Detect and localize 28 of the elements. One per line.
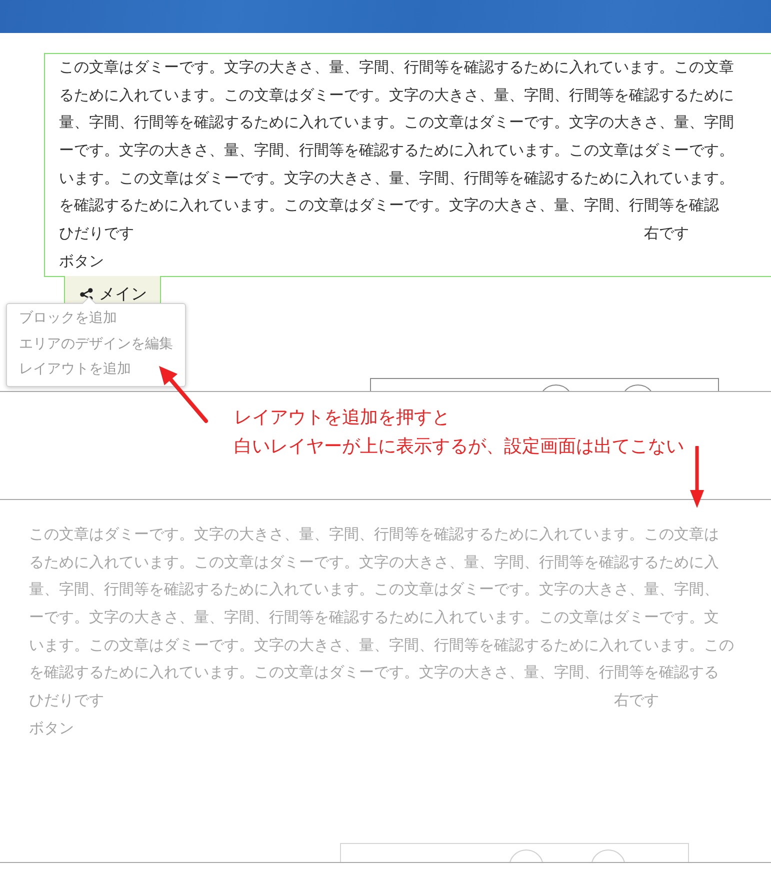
text-line: この文章はダミーです。文字の大きさ、量、字間、行間等を確認するために入れています。この文章 (59, 57, 735, 78)
right-text: 右です (614, 690, 659, 712)
semicircle-icon (624, 384, 652, 391)
right-text: 右です (644, 223, 689, 244)
annotation-text: レイアウトを追加を押すと (234, 406, 450, 430)
text-line: を確認するために入れています。この文章はダミーです。文字の大きさ、量、字間、行間等を確認 (59, 195, 720, 216)
text-line: るために入れています。この文章はダミーです。文字の大きさ、量、字間、行間等を確認するために (59, 84, 735, 106)
caption-text: ボタン (29, 718, 74, 739)
text-line: います。この文章はダミーです。文字の大きさ、量、字間、行間等を確認するために入れています。この (29, 634, 735, 656)
left-text: ひだりです (59, 223, 134, 244)
text-line: 量、字間、行間等を確認するために入れています。この文章はダミーです。文字の大きさ、量、字間 (59, 112, 735, 134)
down-arrow (689, 446, 705, 508)
text-line: ーです。文字の大きさ、量、字間、行間等を確認するために入れています。この文章はダミーです。文 (29, 606, 720, 628)
text-line: ーです。文字の大きさ、量、字間、行間等を確認するために入れています。この文章はダミーです。 (59, 140, 735, 162)
text-line: るために入れています。この文章はダミーです。文字の大きさ、量、字間、行間等を確認するために入 (29, 552, 720, 573)
semicircle-icon (508, 848, 544, 862)
text-line: 量、字間、行間等を確認するために入れています。この文章はダミーです。文字の大きさ、量、字間、 (29, 579, 720, 600)
text-line: この文章はダミーです。文字の大きさ、量、字間、行間等を確認するために入れています。この文章は (29, 524, 720, 545)
text-line: います。この文章はダミーです。文字の大きさ、量、字間、行間等を確認するために入れています。 (59, 168, 735, 189)
annotation-text: 白いレイヤーが上に表示するが、設定画面は出てこない (234, 435, 684, 460)
menu-item[interactable]: レイアウトを追加 (7, 357, 185, 382)
left-text: ひだりです (29, 690, 104, 712)
share-icon (80, 288, 93, 300)
semicircle-icon (542, 384, 570, 391)
menu-item[interactable]: エリアのデザインを編集 (7, 332, 185, 357)
text-line: を確認するために入れています。この文章はダミーです。文字の大きさ、量、字間、行間等を確認する (29, 662, 720, 684)
caption-text: ボタン (59, 250, 104, 272)
semicircle-icon (590, 848, 626, 862)
